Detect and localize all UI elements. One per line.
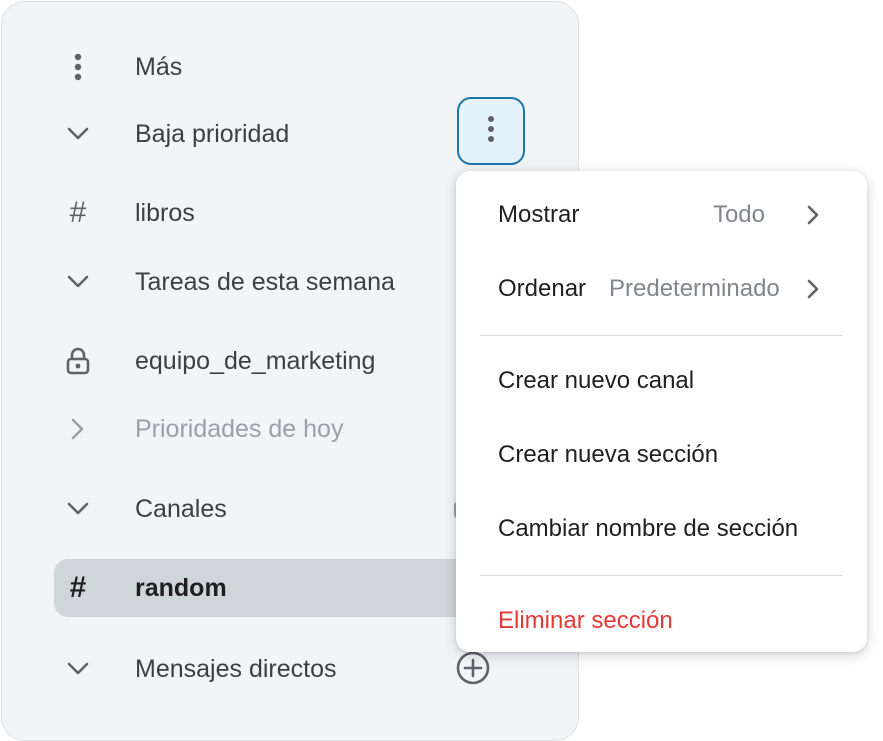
sidebar-channel-equipo-de-marketing[interactable]: equipo_de_marketing [54, 332, 484, 390]
lock-icon [66, 347, 90, 375]
chevron-right-icon [807, 279, 819, 299]
menu-item-ordenar[interactable]: Ordenar Predeterminado [498, 264, 825, 314]
section-options-menu: Mostrar Todo Ordenar Predeterminado Crea… [456, 171, 867, 652]
menu-item-label: Crear nueva sección [498, 441, 719, 468]
sidebar-item-label: libros [135, 198, 195, 227]
sidebar-section-baja-prioridad[interactable]: Baja prioridad [54, 105, 484, 163]
sidebar-channel-random[interactable]: # random [54, 559, 484, 617]
menu-item-label: Crear nuevo canal [498, 367, 695, 394]
menu-item-eliminar-seccion[interactable]: Eliminar sección [498, 596, 825, 646]
sidebar-item-label: equipo_de_marketing [135, 346, 376, 375]
menu-item-crear-nueva-seccion[interactable]: Crear nueva sección [498, 430, 825, 480]
hash-icon: # [69, 571, 87, 604]
menu-item-label: Eliminar sección [498, 607, 673, 634]
chevron-down-icon [67, 502, 89, 516]
add-circle-icon [456, 651, 490, 690]
chevron-down-icon [67, 662, 89, 676]
menu-divider [480, 335, 843, 336]
add-direct-message-button[interactable] [456, 651, 490, 690]
menu-item-mostrar[interactable]: Mostrar Todo [498, 190, 825, 240]
menu-item-label: Cambiar nombre de sección [498, 515, 799, 542]
sidebar-section-prioridades-de-hoy[interactable]: Prioridades de hoy [54, 400, 484, 458]
sidebar-item-label: Baja prioridad [135, 119, 290, 148]
more-vertical-icon [486, 115, 496, 148]
chevron-down-icon [67, 127, 89, 141]
sidebar-section-tareas-de-esta-semana[interactable]: Tareas de esta semana [54, 253, 484, 311]
sidebar-item-label: random [135, 573, 227, 602]
menu-item-value: Todo [712, 201, 765, 228]
sidebar-item-label: Mensajes directos [135, 654, 337, 683]
menu-item-label: Mostrar [498, 201, 580, 228]
chevron-right-icon [807, 205, 819, 225]
chevron-right-icon [71, 418, 85, 440]
menu-divider [480, 575, 843, 576]
chevron-down-icon [67, 275, 89, 289]
section-options-button[interactable] [457, 97, 525, 165]
sidebar-item-label: Más [135, 52, 183, 81]
sidebar-item-label: Canales [135, 494, 227, 523]
sidebar-section-mensajes-directos[interactable]: Mensajes directos [54, 640, 484, 698]
menu-item-cambiar-nombre-de-seccion[interactable]: Cambiar nombre de sección [498, 504, 825, 554]
menu-item-label: Ordenar [498, 275, 587, 302]
sidebar-channel-libros[interactable]: # libros [54, 184, 484, 242]
hash-icon: # [69, 196, 87, 229]
sidebar-item-label: Prioridades de hoy [135, 414, 344, 443]
sidebar-item-label: Tareas de esta semana [135, 267, 395, 296]
menu-item-value: Predeterminado [609, 275, 780, 302]
more-vertical-icon [73, 53, 83, 81]
menu-item-crear-nuevo-canal[interactable]: Crear nuevo canal [498, 356, 825, 406]
sidebar-item-more[interactable]: Más [54, 38, 484, 96]
sidebar-section-canales[interactable]: Canales [54, 480, 484, 538]
